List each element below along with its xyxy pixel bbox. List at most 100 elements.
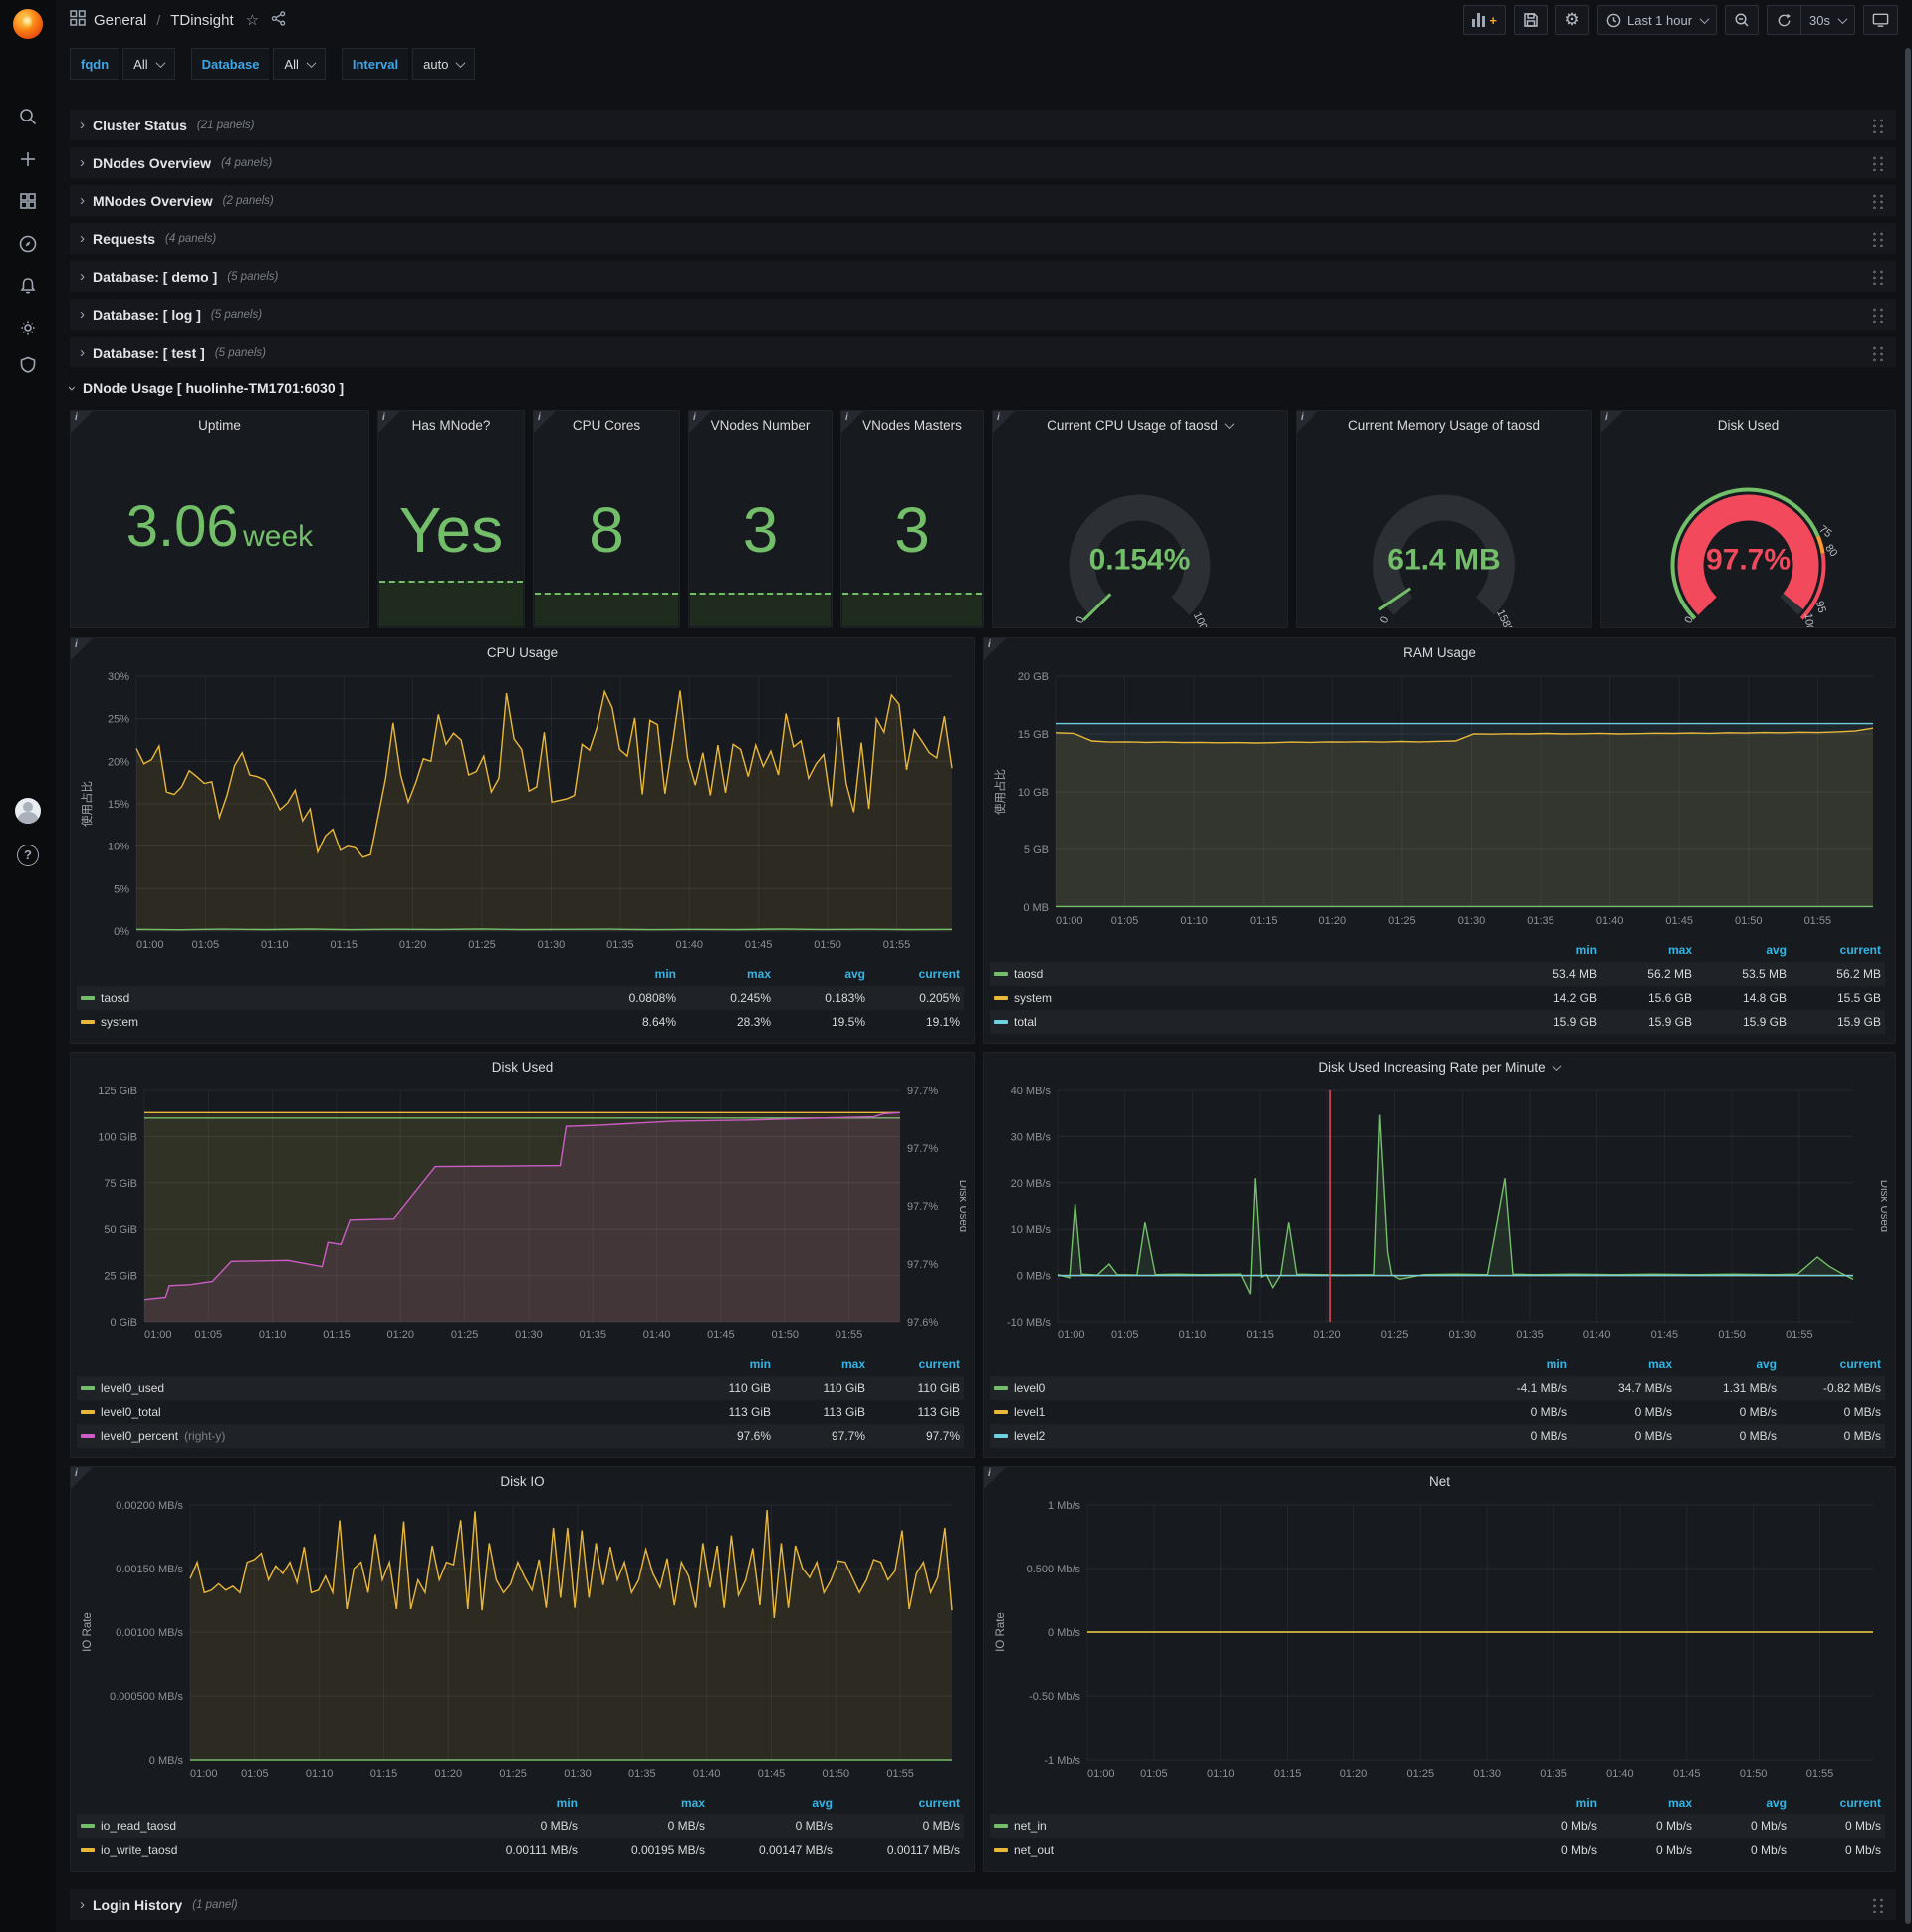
legend-header[interactable]: max <box>1601 1791 1696 1814</box>
legend-series-io_write_taosd[interactable]: io_write_taosd <box>77 1838 454 1862</box>
chart-plot[interactable]: 0 MB 5 GB 10 GB 15 GB 20 GB 01:00 01:05 01:10 01… <box>992 666 1887 931</box>
legend-header[interactable]: max <box>775 1352 869 1376</box>
variable-database-value[interactable]: All <box>273 48 326 80</box>
chart-plot[interactable]: -1 Mb/s -0.50 Mb/s 0 Mb/s 0.500 Mb/s 1 Mb/s 0… <box>992 1495 1887 1784</box>
legend-series-level0_total[interactable]: level0_total <box>77 1400 680 1424</box>
variable-interval-value[interactable]: auto <box>412 48 476 80</box>
legend-header[interactable]: min <box>454 1791 582 1814</box>
panel-title[interactable]: RAM Usage <box>984 638 1895 666</box>
add-panel-button[interactable]: + <box>1463 5 1506 35</box>
dashboard-settings-button[interactable]: ⚙ <box>1554 5 1589 35</box>
refresh-interval-dropdown[interactable]: 30s <box>1800 5 1855 35</box>
info-icon[interactable]: i <box>71 411 93 433</box>
drag-handle[interactable] <box>1871 1897 1884 1913</box>
info-icon[interactable]: i <box>71 1467 93 1489</box>
legend-series-system[interactable]: system <box>77 1010 586 1034</box>
page-scrollbar[interactable] <box>1905 48 1911 1924</box>
refresh-button[interactable] <box>1767 5 1801 35</box>
panel-title[interactable]: CPU Usage <box>71 638 974 666</box>
panel-title[interactable]: Disk Used Increasing Rate per Minute <box>984 1053 1895 1081</box>
row-database-demo[interactable]: › Database: [ demo ] (5 panels) <box>70 261 1896 292</box>
legend-header[interactable]: min <box>680 1352 775 1376</box>
legend-header[interactable]: avg <box>1696 938 1791 962</box>
legend-header[interactable]: max <box>582 1791 709 1814</box>
panel-title[interactable]: Current CPU Usage of taosd <box>993 411 1287 439</box>
info-icon[interactable]: i <box>984 638 1006 660</box>
legend-header[interactable]: min <box>586 962 680 986</box>
legend-series-system[interactable]: system <box>990 986 1507 1010</box>
panel-title[interactable]: Disk Used <box>71 1053 974 1081</box>
legend-header[interactable]: current <box>1791 938 1885 962</box>
legend-header[interactable]: avg <box>1676 1352 1781 1376</box>
variable-fqdn-value[interactable]: All <box>122 48 175 80</box>
explore-compass-icon[interactable] <box>0 225 56 263</box>
chart-plot[interactable]: -10 MB/s 0 MB/s 10 MB/s 20 MB/s 30 MB/s 40 MB… <box>992 1081 1890 1345</box>
legend-series-total[interactable]: total <box>990 1010 1507 1034</box>
legend-series-level0_percent[interactable]: level0_percent (right-y) <box>77 1424 680 1448</box>
create-plus-icon[interactable] <box>0 140 56 178</box>
legend-header[interactable]: current <box>869 1352 964 1376</box>
time-range-picker[interactable]: Last 1 hour <box>1596 5 1718 35</box>
legend-series-net_in[interactable]: net_in <box>990 1814 1507 1838</box>
legend-series-taosd[interactable]: taosd <box>990 962 1507 986</box>
row-mnodes-overview[interactable]: › MNodes Overview (2 panels) <box>70 185 1896 216</box>
share-icon[interactable] <box>271 10 286 30</box>
legend-header[interactable]: min <box>1507 1791 1601 1814</box>
legend-series-taosd[interactable]: taosd <box>77 986 586 1010</box>
info-icon[interactable]: i <box>841 411 863 433</box>
chart-plot[interactable]: 0 MB/s 0.000500 MB/s 0.00100 MB/s 0.00150 M… <box>79 1495 966 1784</box>
dashboards-icon[interactable] <box>0 182 56 220</box>
legend-header[interactable]: avg <box>775 962 869 986</box>
row-login-history[interactable]: › Login History (1 panel) <box>70 1889 1896 1920</box>
drag-handle[interactable] <box>1871 307 1884 323</box>
legend-series-level0_used[interactable]: level0_used <box>77 1376 680 1400</box>
legend-header[interactable]: current <box>869 962 964 986</box>
legend-header[interactable]: avg <box>1696 1791 1791 1814</box>
legend-header[interactable]: max <box>1601 938 1696 962</box>
legend-series-net_out[interactable]: net_out <box>990 1838 1507 1862</box>
info-icon[interactable]: i <box>71 638 93 660</box>
grafana-logo[interactable] <box>13 9 43 39</box>
breadcrumb-section[interactable]: General <box>94 12 146 29</box>
legend-header[interactable]: max <box>680 962 775 986</box>
dashboard-grid-icon[interactable] <box>70 9 86 31</box>
legend-series-level0[interactable]: level0 <box>990 1376 1467 1400</box>
drag-handle[interactable] <box>1871 345 1884 361</box>
favorite-star-icon[interactable]: ☆ <box>246 11 259 29</box>
panel-title[interactable]: Disk IO <box>71 1467 974 1495</box>
drag-handle[interactable] <box>1871 118 1884 133</box>
help-icon[interactable]: ? <box>0 837 56 874</box>
info-icon[interactable]: i <box>378 411 400 433</box>
row-requests[interactable]: › Requests (4 panels) <box>70 223 1896 254</box>
zoom-out-time-button[interactable] <box>1725 5 1760 35</box>
tv-mode-button[interactable] <box>1863 5 1898 35</box>
info-icon[interactable]: i <box>689 411 711 433</box>
server-admin-shield-icon[interactable] <box>0 346 56 383</box>
legend-header[interactable]: max <box>1571 1352 1676 1376</box>
info-icon[interactable]: i <box>984 1467 1006 1489</box>
legend-series-level1[interactable]: level1 <box>990 1400 1467 1424</box>
legend-header[interactable]: min <box>1507 938 1601 962</box>
panel-title[interactable]: Net <box>984 1467 1895 1495</box>
row-database-log[interactable]: › Database: [ log ] (5 panels) <box>70 299 1896 330</box>
info-icon[interactable]: i <box>1601 411 1623 433</box>
legend-header[interactable]: current <box>836 1791 964 1814</box>
legend-series-io_read_taosd[interactable]: io_read_taosd <box>77 1814 454 1838</box>
info-icon[interactable]: i <box>534 411 556 433</box>
drag-handle[interactable] <box>1871 231 1884 247</box>
configuration-gear-icon[interactable] <box>0 309 56 347</box>
drag-handle[interactable] <box>1871 193 1884 209</box>
panel-title[interactable]: Current Memory Usage of taosd <box>1297 411 1591 439</box>
legend-series-level2[interactable]: level2 <box>990 1424 1467 1448</box>
info-icon[interactable]: i <box>993 411 1015 433</box>
drag-handle[interactable] <box>1871 155 1884 171</box>
row-dnode-usage[interactable]: › DNode Usage [ huolinhe-TM1701:6030 ] <box>64 374 1896 402</box>
chart-plot[interactable]: 0 GiB 25 GiB 50 GiB 75 GiB 100 GiB 125 GiB 01:… <box>79 1081 969 1345</box>
save-dashboard-button[interactable] <box>1513 5 1548 35</box>
search-icon[interactable] <box>0 98 56 135</box>
panel-title[interactable]: Disk Used <box>1601 411 1895 439</box>
breadcrumb-title[interactable]: TDinsight <box>170 12 233 29</box>
row-dnodes-overview[interactable]: › DNodes Overview (4 panels) <box>70 147 1896 178</box>
panel-title[interactable]: Uptime <box>71 411 368 439</box>
chart-plot[interactable]: 0% 5% 10% 15% 20% 25% 30% 01:00 01:05 01:10 01:15 0… <box>79 666 966 955</box>
